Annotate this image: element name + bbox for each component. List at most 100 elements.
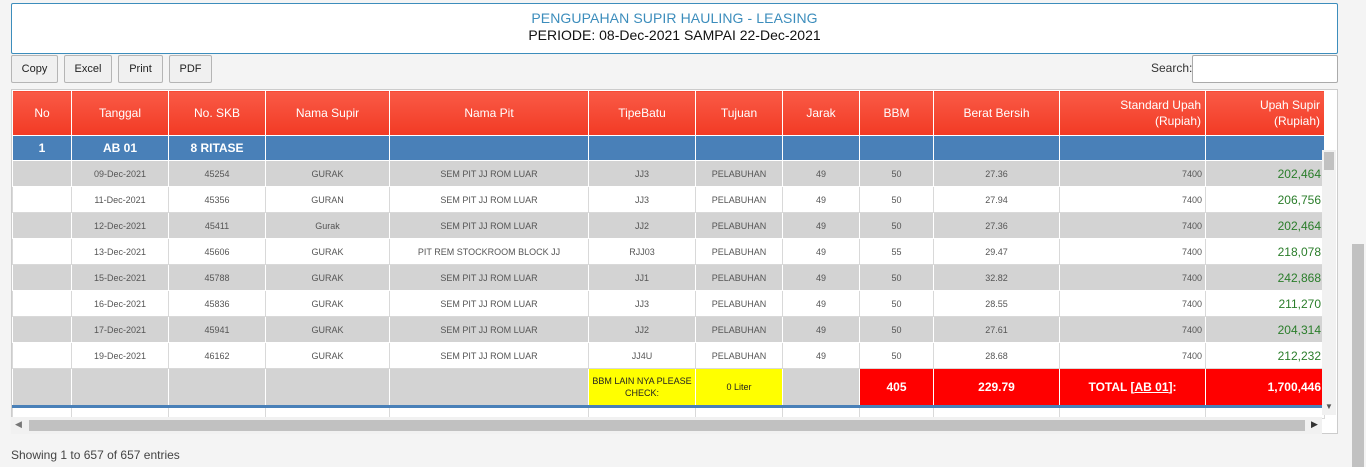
page-scroll-thumb[interactable] (1352, 244, 1364, 467)
table-row[interactable]: 09-Dec-2021 45254 GURAK SEM PIT JJ ROM LUAR… (12, 160, 1325, 187)
total-prefix: TOTAL [ (1088, 380, 1135, 394)
cell-tipe-batu: JJ1 (588, 264, 696, 291)
cell-jarak: 49 (782, 290, 860, 317)
scroll-left-icon[interactable]: ◀ (15, 419, 22, 430)
cell-jarak: 49 (782, 264, 860, 291)
table-row[interactable]: 15-Dec-2021 45788 GURAK SEM PIT JJ ROM LUAR… (12, 264, 1325, 291)
cell-berat-bersih: 27.36 (933, 212, 1060, 239)
cell-tujuan: PELABUHAN (695, 160, 783, 187)
cell-berat-bersih: 32.82 (933, 264, 1060, 291)
cell-no (12, 264, 72, 291)
cell-no (12, 342, 72, 369)
column-header-standard-upah[interactable]: Standard Upah (Rupiah) (1059, 90, 1206, 136)
cell-nama-pit: SEM PIT JJ ROM LUAR (389, 264, 589, 291)
cell-upah-supir: 211,270 (1205, 290, 1325, 317)
pdf-button[interactable]: PDF (169, 55, 212, 83)
cell-no (12, 212, 72, 239)
search-input[interactable] (1192, 55, 1338, 83)
cell-tujuan: PELABUHAN (695, 186, 783, 213)
table-row[interactable]: 16-Dec-2021 45836 GURAK SEM PIT JJ ROM LUAR… (12, 290, 1325, 317)
cell-bbm: 55 (859, 238, 934, 265)
cell-standard-upah: 7400 (1059, 238, 1206, 265)
cell-nama-supir: GURAK (265, 264, 390, 291)
column-header-nama-supir[interactable]: Nama Supir (265, 90, 390, 136)
column-header-no-skb[interactable]: No. SKB (168, 90, 266, 136)
cell-upah-supir: 242,868 (1205, 264, 1325, 291)
cell-bbm: 50 (859, 290, 934, 317)
cell-tanggal: 11-Dec-2021 (71, 186, 169, 213)
column-header-tanggal[interactable]: Tanggal (71, 90, 169, 136)
cell-tipe-batu: RJJ03 (588, 238, 696, 265)
cell-tipe-batu: JJ4U (588, 342, 696, 369)
cell-upah-supir: 206,756 (1205, 186, 1325, 213)
cell-no-skb: 45254 (168, 160, 266, 187)
cell-standard-upah: 7400 (1059, 290, 1206, 317)
table-row[interactable]: 17-Dec-2021 45941 GURAK SEM PIT JJ ROM LUAR… (12, 316, 1325, 343)
table-horizontal-scrollbar[interactable]: ◀ ▶ (11, 417, 1322, 434)
cell-jarak: 49 (782, 238, 860, 265)
scroll-down-icon[interactable]: ▼ (1325, 402, 1333, 411)
table-row[interactable]: 11-Dec-2021 45356 GURAN SEM PIT JJ ROM LUAR… (12, 186, 1325, 213)
cell-bbm: 50 (859, 342, 934, 369)
scroll-right-icon[interactable]: ▶ (1311, 419, 1318, 430)
excel-button[interactable]: Excel (64, 55, 112, 83)
cell-bbm: 50 (859, 264, 934, 291)
table-vertical-scrollbar[interactable]: ▼ (1322, 150, 1336, 415)
table-row[interactable]: 12-Dec-2021 45411 Gurak SEM PIT JJ ROM LUAR… (12, 212, 1325, 239)
cell-jarak: 49 (782, 186, 860, 213)
cell-nama-supir: GURAK (265, 342, 390, 369)
cell-nama-pit: SEM PIT JJ ROM LUAR (389, 342, 589, 369)
cell-upah-supir: 204,314 (1205, 316, 1325, 343)
cell-berat-bersih: 29.47 (933, 238, 1060, 265)
total-row: BBM LAIN NYA PLEASE CHECK: 0 Liter 405 229.… (12, 368, 1325, 407)
cell-nama-supir: GURAK (265, 238, 390, 265)
table-row[interactable]: 13-Dec-2021 45606 GURAK PIT REM STOCKROOM B… (12, 238, 1325, 265)
print-button[interactable]: Print (118, 55, 163, 83)
column-header-upah-supir[interactable]: Upah Supir (Rupiah) (1205, 90, 1325, 136)
copy-button[interactable]: Copy (11, 55, 58, 83)
cell-nama-pit: SEM PIT JJ ROM LUAR (389, 160, 589, 187)
table-row[interactable]: 19-Dec-2021 46162 GURAK SEM PIT JJ ROM LUAR… (12, 342, 1325, 369)
total-bbm: 405 (859, 368, 934, 407)
cell-standard-upah: 7400 (1059, 264, 1206, 291)
cell-berat-bersih: 28.68 (933, 342, 1060, 369)
column-header-berat-bersih[interactable]: Berat Bersih (933, 90, 1060, 136)
cell-tipe-batu: JJ3 (588, 160, 696, 187)
cell-tanggal: 12-Dec-2021 (71, 212, 169, 239)
cell-tanggal: 13-Dec-2021 (71, 238, 169, 265)
cell-upah-supir: 212,232 (1205, 342, 1325, 369)
cell-no-skb: 45411 (168, 212, 266, 239)
column-header-bbm[interactable]: BBM (859, 90, 934, 136)
column-header-tipe-batu[interactable]: TipeBatu (588, 90, 696, 136)
cell-tipe-batu: JJ2 (588, 212, 696, 239)
cell-tanggal: 19-Dec-2021 (71, 342, 169, 369)
cell-tanggal: 09-Dec-2021 (71, 160, 169, 187)
column-header-tujuan[interactable]: Tujuan (695, 90, 783, 136)
cell-jarak: 49 (782, 212, 860, 239)
report-header: PENGUPAHAN SUPIR HAULING - LEASING PERIO… (11, 3, 1338, 54)
cell-no-skb: 45788 (168, 264, 266, 291)
total-group-link[interactable]: AB 01 (1134, 380, 1168, 394)
table-info: Showing 1 to 657 of 657 entries (11, 448, 180, 462)
cell-no (12, 290, 72, 317)
cell-nama-pit: PIT REM STOCKROOM BLOCK JJ (389, 238, 589, 265)
vertical-scroll-thumb[interactable] (1324, 152, 1334, 170)
cell-bbm: 50 (859, 212, 934, 239)
cell-berat-bersih: 27.94 (933, 186, 1060, 213)
cell-tujuan: PELABUHAN (695, 264, 783, 291)
cell-berat-bersih: 27.36 (933, 160, 1060, 187)
cell-no-skb: 45606 (168, 238, 266, 265)
cell-berat-bersih: 28.55 (933, 290, 1060, 317)
cell-no-skb: 45356 (168, 186, 266, 213)
total-suffix: ]: (1168, 380, 1177, 394)
search-label: Search: (1151, 61, 1193, 75)
cell-bbm: 50 (859, 160, 934, 187)
horizontal-scroll-thumb[interactable] (29, 420, 1305, 431)
cell-tanggal: 16-Dec-2021 (71, 290, 169, 317)
column-header-nama-pit[interactable]: Nama Pit (389, 90, 589, 136)
column-header-no[interactable]: No (12, 90, 72, 136)
cell-tujuan: PELABUHAN (695, 316, 783, 343)
cell-tipe-batu: JJ3 (588, 186, 696, 213)
cell-upah-supir: 202,464 (1205, 160, 1325, 187)
column-header-jarak[interactable]: Jarak (782, 90, 860, 136)
